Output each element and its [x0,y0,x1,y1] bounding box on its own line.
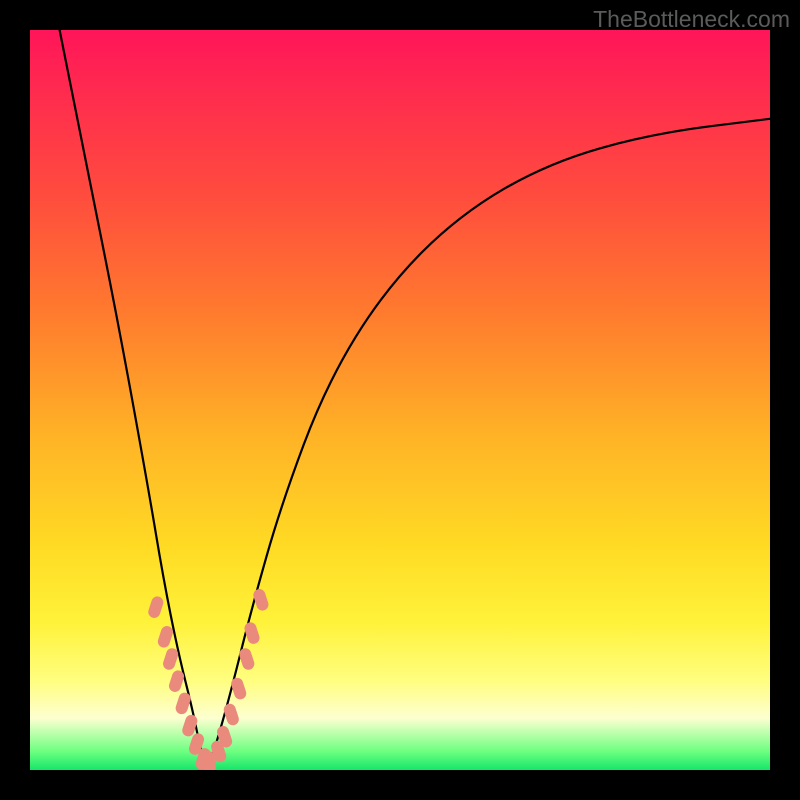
marker-dot [161,647,179,672]
plot-area [30,30,770,770]
chart-frame: TheBottleneck.com [0,0,800,800]
marker-dot [156,624,174,649]
marker-dot [147,595,165,620]
attribution-watermark: TheBottleneck.com [593,6,790,33]
curve-layer [30,30,770,770]
